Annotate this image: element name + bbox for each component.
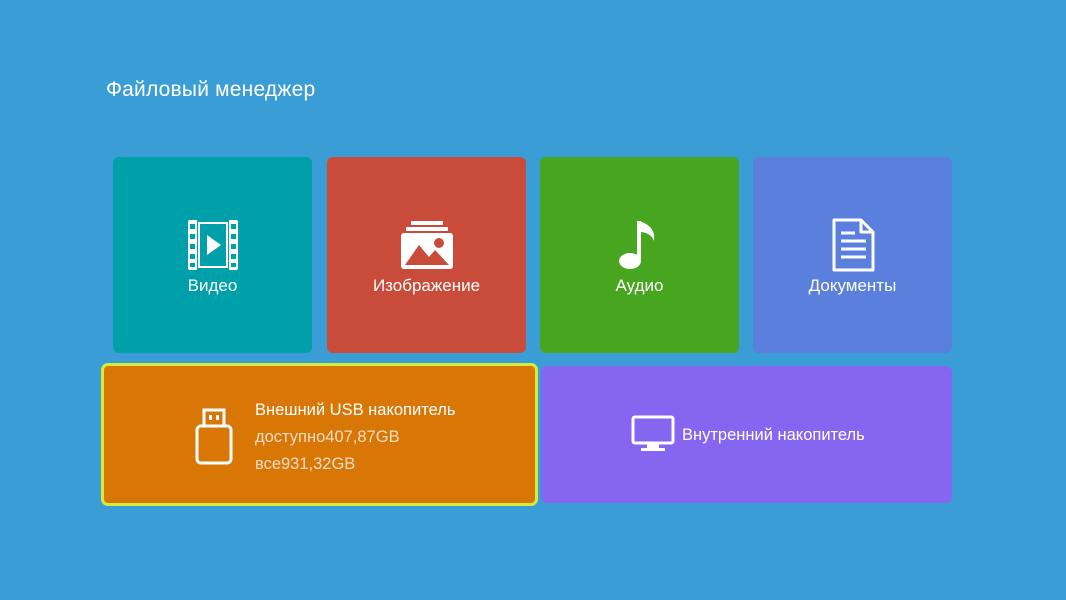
usb-available-space: доступно407,87GB: [255, 428, 400, 446]
audio-label: Аудио: [615, 276, 664, 295]
usb-storage-tile[interactable]: Внешний USB накопитель доступно407,87GB …: [101, 363, 538, 506]
image-label: Изображение: [372, 276, 481, 295]
usb-total-space: все931,32GB: [255, 455, 356, 473]
image-tile[interactable]: Изображение: [327, 157, 526, 353]
film-play-icon: [187, 220, 238, 270]
monitor-icon: [631, 415, 675, 451]
page-title: Файловый менеджер: [106, 78, 316, 101]
document-icon: [832, 218, 874, 272]
internal-storage-tile[interactable]: Внутренний накопитель: [541, 366, 952, 503]
usb-storage-title: Внешний USB накопитель: [255, 401, 456, 419]
documents-tile[interactable]: Документы: [753, 157, 952, 353]
usb-drive-icon: [195, 408, 233, 465]
audio-tile[interactable]: Аудио: [540, 157, 739, 353]
internal-storage-label: Внутренний накопитель: [682, 426, 865, 444]
video-tile[interactable]: Видео: [113, 157, 312, 353]
documents-label: Документы: [808, 276, 897, 295]
picture-stack-icon: [400, 221, 453, 269]
music-note-icon: [618, 221, 654, 269]
video-label: Видео: [187, 276, 238, 295]
